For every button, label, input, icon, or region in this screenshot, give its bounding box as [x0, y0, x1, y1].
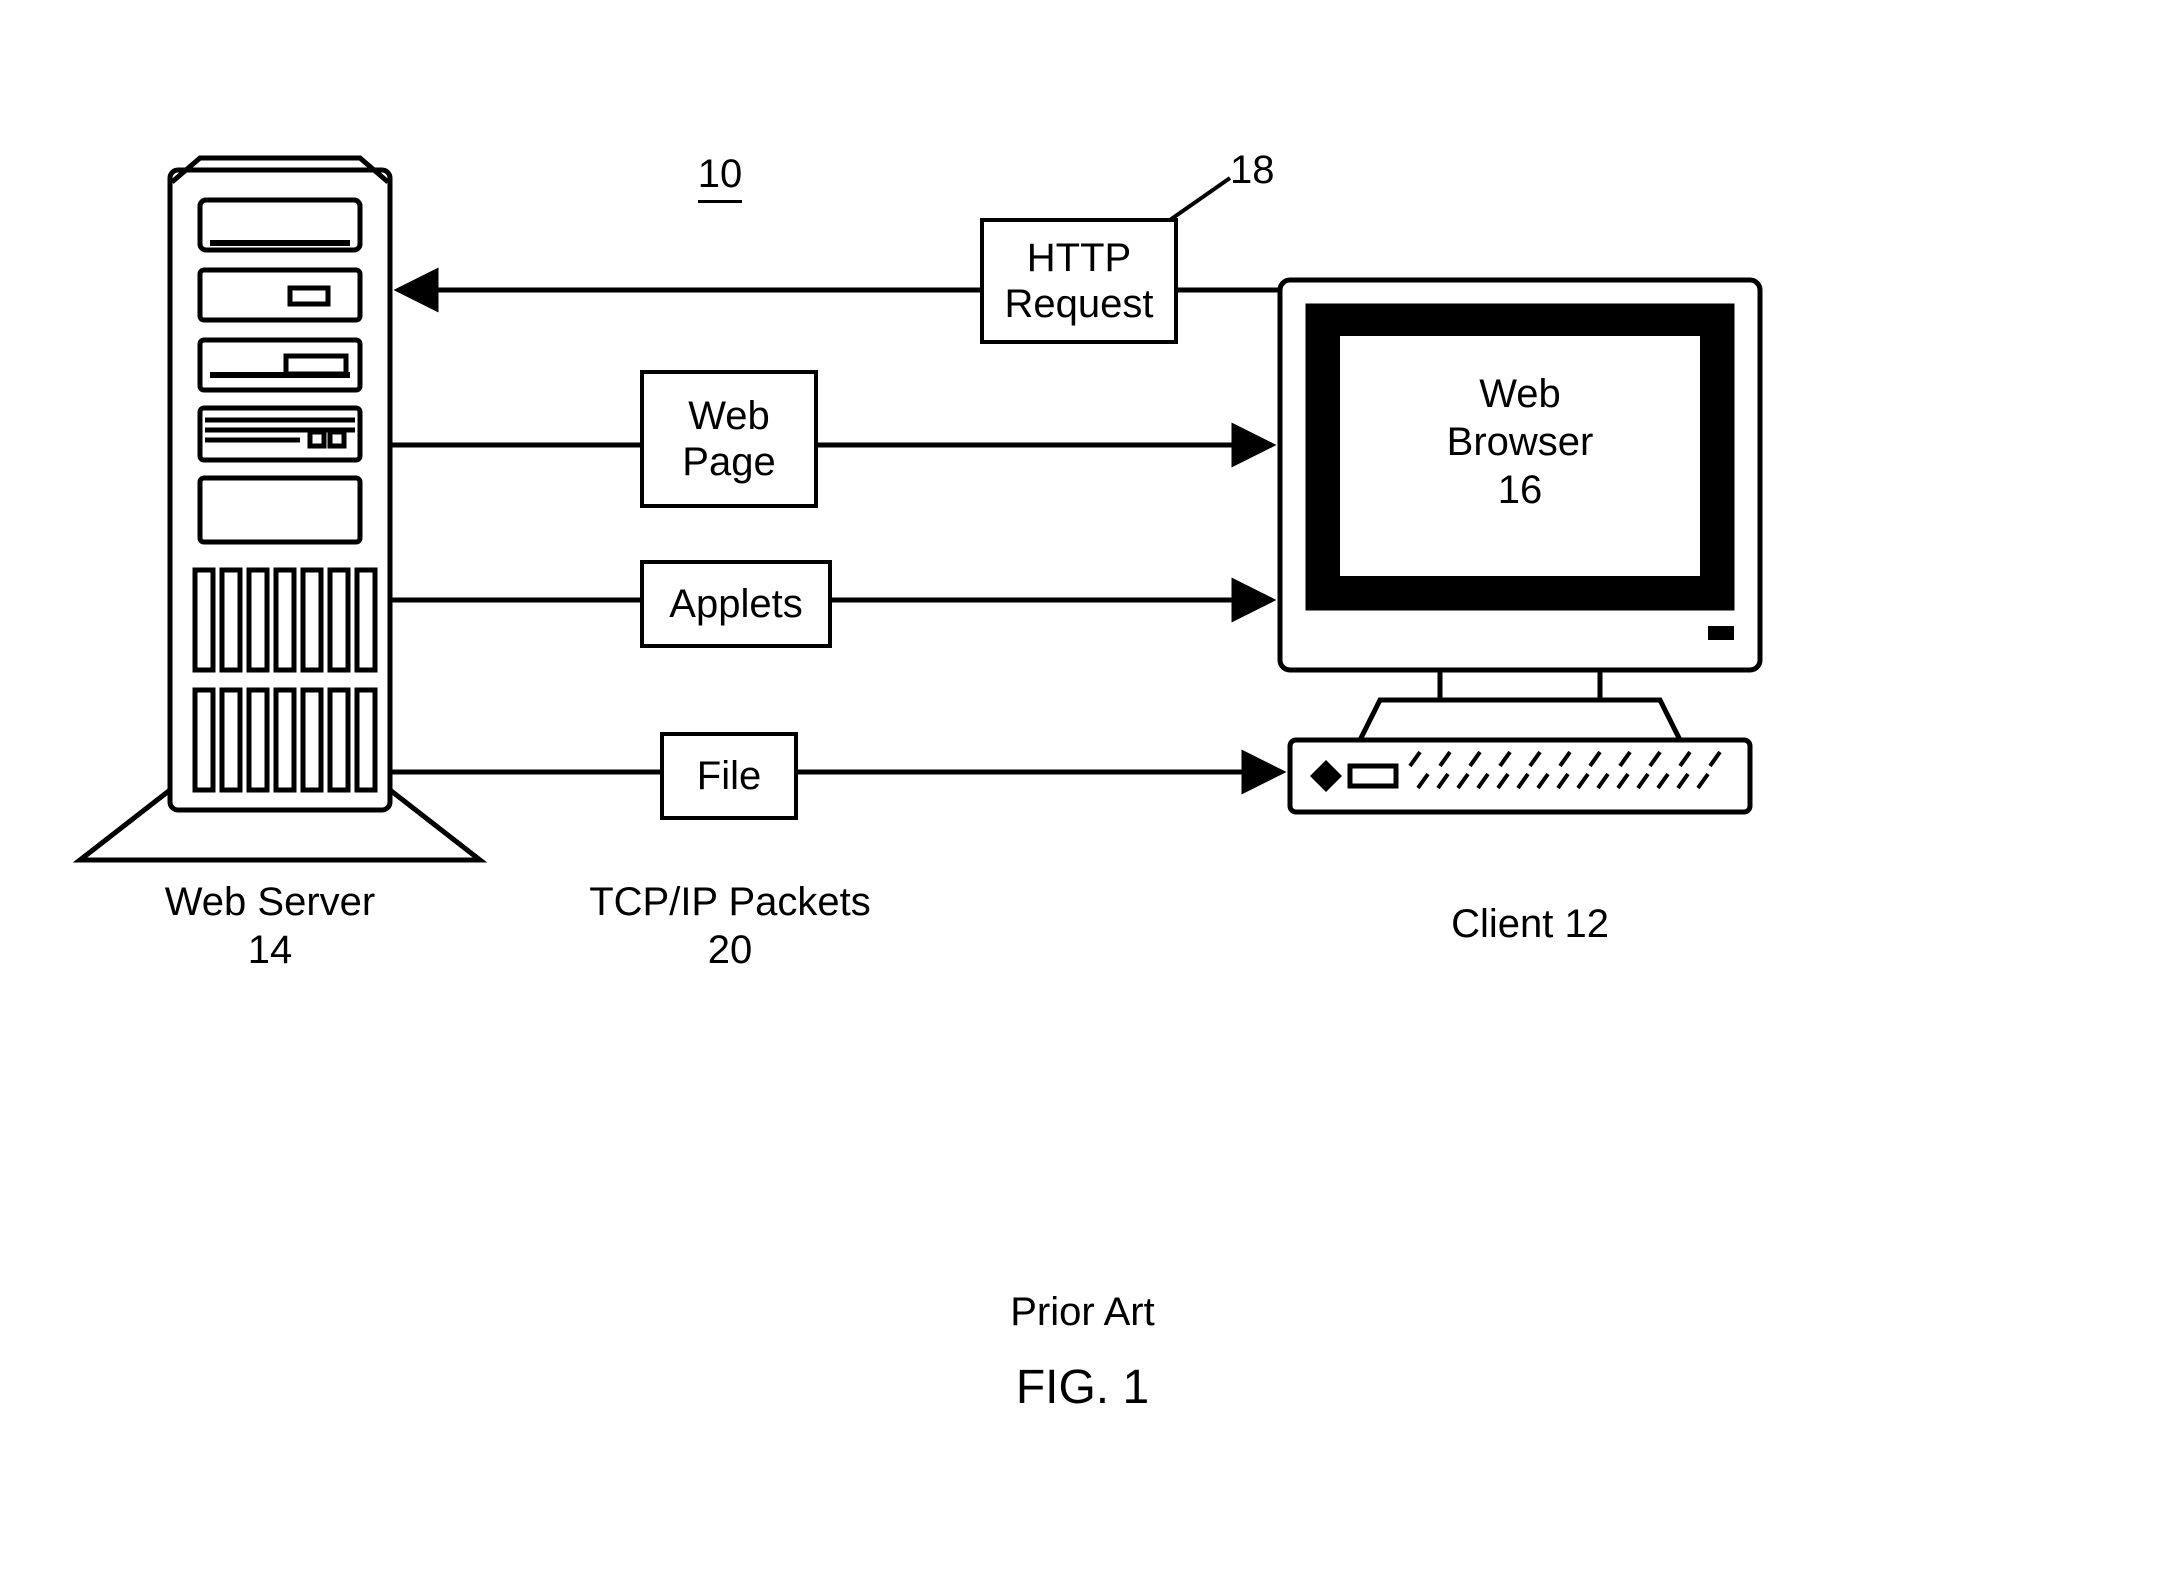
- figure-caption: FIG. 1: [0, 1360, 2165, 1415]
- webpage-line1: Web: [688, 394, 770, 438]
- figure-ref-10: 10: [680, 150, 760, 203]
- diagram-stage: 10 HTTP Request 18 Web Page Applets File…: [0, 0, 2165, 1580]
- web-page-box: Web Page: [640, 370, 818, 508]
- prior-art-caption: Prior Art: [0, 1290, 2165, 1335]
- http-request-box: HTTP Request: [980, 218, 1178, 344]
- tcpip-packets-label: TCP/IP Packets 20: [560, 878, 900, 974]
- file-box: File: [660, 732, 798, 820]
- client-computer: [1280, 280, 1760, 812]
- client-label: Client 12: [1420, 900, 1640, 948]
- webpage-line2: Page: [682, 440, 775, 484]
- applets-box: Applets: [640, 560, 832, 648]
- http-line1: HTTP: [1027, 236, 1131, 280]
- web-browser-label: Web Browser 16: [1340, 370, 1700, 514]
- http-ref-18: 18: [1230, 146, 1275, 194]
- web-server-label: Web Server 14: [120, 878, 420, 974]
- server-tower: [80, 158, 480, 860]
- http-line2: Request: [1005, 282, 1154, 326]
